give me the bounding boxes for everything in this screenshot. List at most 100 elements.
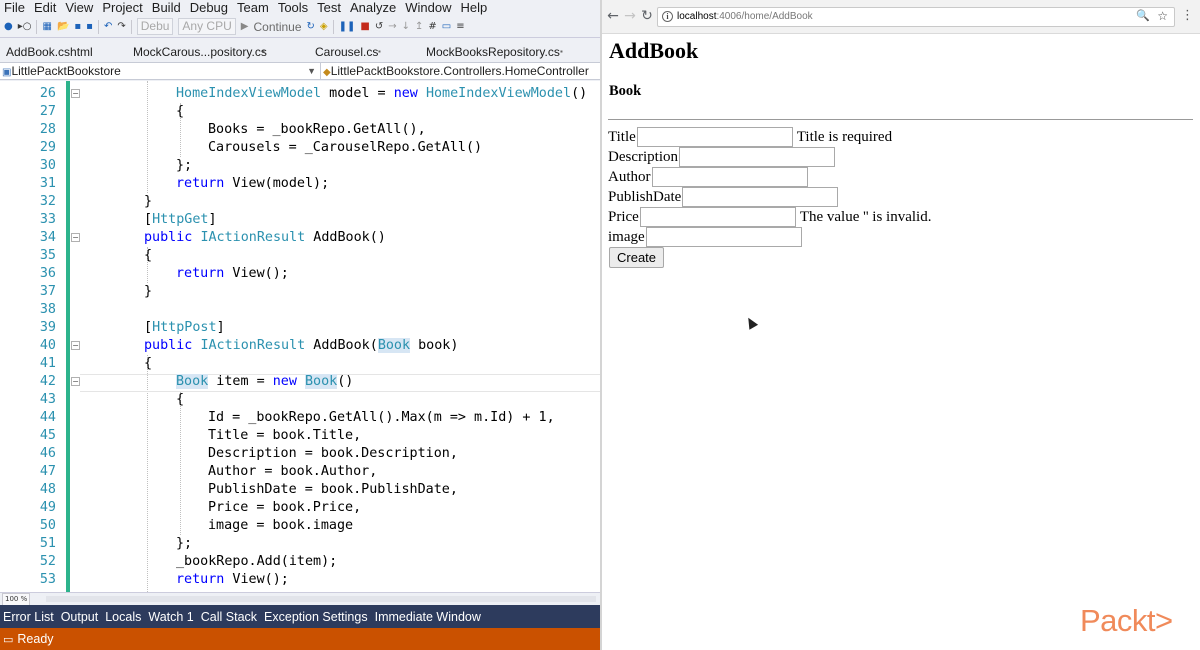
publishdate-input[interactable] <box>682 187 839 207</box>
step-over-icon[interactable]: → <box>388 21 396 32</box>
info-icon[interactable]: i <box>662 11 673 22</box>
reload-icon[interactable]: ↻ <box>639 8 655 24</box>
title-label: Title <box>608 129 636 145</box>
menu-file[interactable]: File <box>4 0 25 15</box>
tab-carousel-cs[interactable]: Carousel.cs <box>315 42 378 62</box>
continue-button[interactable]: Continue <box>253 20 301 34</box>
menu-edit[interactable]: Edit <box>34 0 56 15</box>
price-input[interactable] <box>639 207 796 227</box>
menu-test[interactable]: Test <box>317 0 341 15</box>
chevron-down-icon: ▼ <box>307 66 316 76</box>
collapse-icon[interactable]: − <box>71 233 80 242</box>
pause-icon[interactable]: ❚❚ <box>339 21 356 32</box>
tab-mockcarouselrepository[interactable]: MockCarous...pository.cs <box>133 42 267 62</box>
address-bar[interactable]: i localhost:4006/home/AddBook 🔍 ☆ <box>657 7 1175 27</box>
solution-config-dropdown[interactable]: Debu <box>136 18 174 35</box>
code-line: } <box>144 284 153 299</box>
step-out-icon[interactable]: ↥ <box>415 21 423 32</box>
browser-toolbar: ← → ↻ i localhost:4006/home/AddBook 🔍 ☆ … <box>602 0 1200 34</box>
star-icon[interactable]: ☆ <box>1157 9 1168 23</box>
stop-icon[interactable]: ■ <box>360 21 369 32</box>
mouse-cursor-icon <box>743 315 759 330</box>
arrow-left-icon[interactable]: ← <box>605 8 621 24</box>
code-line: { <box>144 248 153 263</box>
title-input[interactable] <box>636 127 793 147</box>
browser-link-icon[interactable]: ◈ <box>320 21 328 32</box>
bookmark-icon[interactable]: ▭ <box>442 21 451 32</box>
menu-build[interactable]: Build <box>152 0 181 15</box>
line-number: 42 <box>39 374 56 389</box>
tab-exception-settings[interactable]: Exception Settings <box>264 610 368 624</box>
collapse-icon[interactable]: − <box>71 377 80 386</box>
refresh-icon[interactable]: ↻ <box>307 21 315 32</box>
comment-icon[interactable]: # <box>428 21 436 32</box>
code-line: { <box>144 356 153 371</box>
open-file-icon[interactable]: 📂 <box>57 21 69 32</box>
tab-output[interactable]: Output <box>61 610 99 624</box>
tab-error-list[interactable]: Error List <box>3 610 54 624</box>
project-dropdown-label: LittlePacktBookstore <box>11 64 121 78</box>
code-line: public IActionResult AddBook() <box>144 230 386 245</box>
continue-play-icon[interactable]: ▶ <box>241 21 249 32</box>
nav-back-icon[interactable]: ● <box>4 21 13 32</box>
more-tools-icon[interactable]: ≡ <box>456 21 464 32</box>
tab-addbook-cshtml[interactable]: AddBook.cshtml <box>6 42 93 62</box>
code-line: return View(); <box>176 266 289 281</box>
menu-debug[interactable]: Debug <box>190 0 228 15</box>
form-row-description: Description <box>608 147 839 167</box>
line-number: 33 <box>39 212 56 227</box>
horizontal-scrollbar[interactable] <box>46 596 596 602</box>
menu-team[interactable]: Team <box>237 0 269 15</box>
nav-forward-icon[interactable]: ▸○ <box>18 21 32 32</box>
line-number: 48 <box>39 482 56 497</box>
pin-icon[interactable]: ▪ <box>378 42 381 62</box>
tab-watch-1[interactable]: Watch 1 <box>148 610 193 624</box>
restart-icon[interactable]: ↺ <box>375 21 383 32</box>
line-number: 52 <box>39 554 56 569</box>
code-line: return View(); <box>176 572 289 587</box>
menu-tools[interactable]: Tools <box>278 0 308 15</box>
form-row-publishdate: PublishDate <box>608 187 842 207</box>
project-dropdown[interactable]: ▣LittlePacktBookstore ▼ <box>2 63 318 79</box>
new-project-icon[interactable]: ▦ <box>42 21 51 32</box>
collapse-icon[interactable]: − <box>71 89 80 98</box>
step-into-icon[interactable]: ↓ <box>402 21 410 32</box>
menu-window[interactable]: Window <box>405 0 451 15</box>
tab-call-stack[interactable]: Call Stack <box>201 610 257 624</box>
solution-platform-dropdown[interactable]: Any CPU <box>178 18 236 35</box>
menu-help[interactable]: Help <box>461 0 488 15</box>
magnifier-icon[interactable]: 🔍 <box>1136 9 1150 22</box>
create-button[interactable]: Create <box>609 247 665 268</box>
menu-project[interactable]: Project <box>102 0 142 15</box>
tab-locals[interactable]: Locals <box>105 610 141 624</box>
description-label: Description <box>608 149 678 165</box>
code-line: public IActionResult AddBook(Book book) <box>144 338 459 353</box>
class-dropdown[interactable]: ◆LittlePacktBookstore.Controllers.HomeCo… <box>320 63 600 79</box>
title-error: Title is required <box>796 129 893 145</box>
image-input[interactable] <box>645 227 802 247</box>
author-input[interactable] <box>651 167 808 187</box>
code-text: HomeIndexViewModel model = new HomeIndex… <box>80 81 600 592</box>
arrow-right-icon[interactable]: → <box>622 8 638 24</box>
tab-immediate-window[interactable]: Immediate Window <box>375 610 481 624</box>
save-all-icon[interactable]: ▪ <box>86 21 93 32</box>
save-icon[interactable]: ▪ <box>74 21 81 32</box>
undo-icon[interactable]: ↶ <box>104 21 112 32</box>
description-input[interactable] <box>678 147 835 167</box>
toolbar-separator <box>36 19 38 34</box>
redo-icon[interactable]: ↷ <box>117 21 125 32</box>
code-line: Books = _bookRepo.GetAll(), <box>208 122 426 137</box>
line-number: 43 <box>39 392 56 407</box>
line-number: 32 <box>39 194 56 209</box>
line-number: 30 <box>39 158 56 173</box>
menu-analyze[interactable]: Analyze <box>350 0 396 15</box>
pin-icon[interactable]: ▪ <box>262 42 265 62</box>
change-tracking-bar <box>66 81 70 592</box>
menu-view[interactable]: View <box>65 0 93 15</box>
code-editor[interactable]: 26 27 28 29 30 31 32 33 34 35 36 37 38 3… <box>0 81 600 592</box>
pin-icon[interactable]: ▪ <box>560 42 563 62</box>
kebab-menu-icon[interactable]: ⋮ <box>1181 8 1194 23</box>
tab-mockbooksrepository[interactable]: MockBooksRepository.cs <box>426 42 560 62</box>
vs-toolbar: ● ▸○ ▦ 📂 ▪ ▪ ↶ ↷ Debu Any CPU ▶ Continue… <box>0 16 600 38</box>
collapse-icon[interactable]: − <box>71 341 80 350</box>
